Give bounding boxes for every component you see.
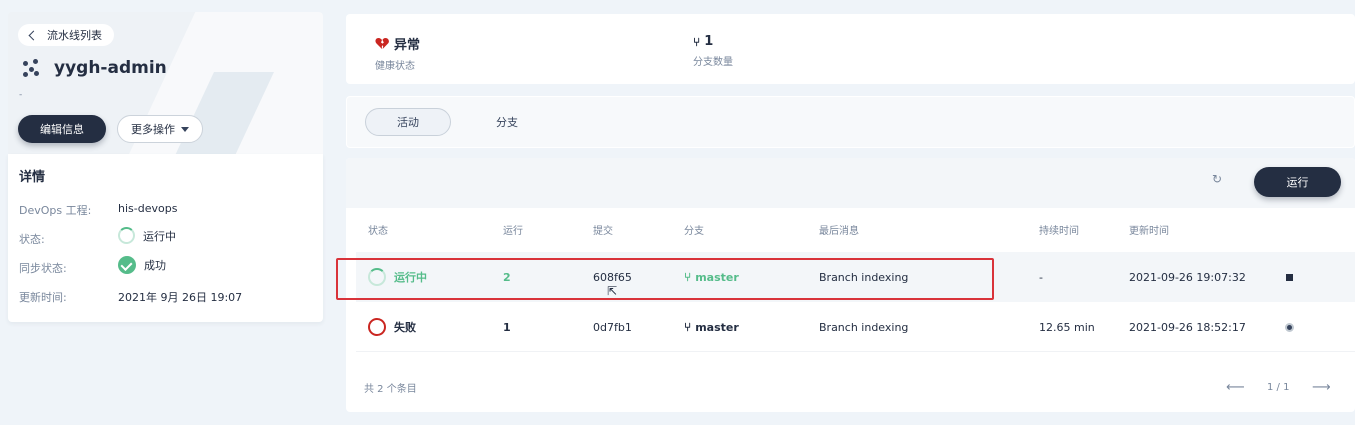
pipeline-title: yygh-admin bbox=[54, 58, 167, 78]
running-spinner-icon bbox=[118, 227, 135, 244]
health-stat: 异常 健康状态 bbox=[375, 34, 420, 72]
row-message: Branch indexing bbox=[819, 270, 909, 284]
branch-icon: ⑂ bbox=[693, 34, 701, 49]
detail-value-updated: 2021年 9月 26日 19:07 bbox=[118, 291, 243, 304]
row-message: Branch indexing bbox=[819, 320, 909, 334]
details-heading: 详情 bbox=[19, 170, 46, 185]
col-header-commit: 提交 bbox=[593, 226, 613, 237]
col-header-status: 状态 bbox=[368, 226, 388, 237]
detail-value-project: his-devops bbox=[118, 202, 178, 215]
branch-icon: ⑂ bbox=[684, 270, 692, 284]
col-header-duration: 持续时间 bbox=[1039, 226, 1079, 237]
col-header-updated: 更新时间 bbox=[1129, 226, 1169, 237]
detail-label-status: 状态: bbox=[19, 233, 45, 246]
row-status: 运行中 bbox=[368, 252, 427, 302]
col-header-run: 运行 bbox=[503, 226, 523, 237]
run-button[interactable]: 运行 bbox=[1254, 167, 1341, 197]
row-duration: - bbox=[1039, 270, 1043, 284]
pipeline-info-panel: 流水线列表 yygh-admin - 编辑信息 更多操作 详情 DevOps 工… bbox=[8, 12, 323, 322]
detail-label-updated: 更新时间: bbox=[19, 291, 67, 304]
branch-count-stat: ⑂ 1 分支数量 bbox=[693, 34, 733, 68]
arrow-right-icon: ⟶ bbox=[1312, 379, 1331, 395]
chevron-left-icon bbox=[28, 30, 39, 40]
pipeline-header: 流水线列表 yygh-admin - 编辑信息 更多操作 bbox=[8, 12, 323, 154]
details-section: 详情 DevOps 工程: his-devops 状态: 运行中 同步状态: 成… bbox=[8, 154, 323, 322]
stop-button[interactable] bbox=[1286, 252, 1293, 302]
detail-label-project: DevOps 工程: bbox=[19, 204, 92, 217]
replay-icon bbox=[1285, 322, 1294, 332]
broken-heart-icon bbox=[375, 38, 389, 49]
row-run[interactable]: 2 bbox=[503, 252, 511, 302]
tab-activity[interactable]: 活动 bbox=[365, 108, 451, 136]
row-branch[interactable]: ⑂ master bbox=[684, 302, 739, 352]
row-run[interactable]: 1 bbox=[503, 302, 511, 352]
tab-branches[interactable]: 分支 bbox=[487, 108, 527, 136]
pipeline-icon bbox=[22, 58, 42, 78]
pipeline-description: - bbox=[19, 90, 23, 100]
page-indicator: 1 / 1 bbox=[1267, 381, 1290, 393]
row-branch[interactable]: ⑂ master bbox=[684, 252, 739, 302]
more-actions-button[interactable]: 更多操作 bbox=[117, 115, 203, 143]
list-toolbar: ↻ 运行 bbox=[346, 158, 1355, 208]
stop-icon bbox=[1286, 273, 1293, 281]
arrow-left-icon: ⟵ bbox=[1226, 379, 1245, 395]
detail-label-sync: 同步状态: bbox=[19, 262, 67, 275]
table-row[interactable]: 运行中 2 608f65 ⑂ master Branch indexing - 2… bbox=[356, 252, 1355, 302]
back-to-pipeline-list-button[interactable]: 流水线列表 bbox=[18, 24, 114, 46]
row-duration: 12.65 min bbox=[1039, 320, 1095, 334]
replay-button[interactable] bbox=[1285, 302, 1294, 352]
detail-value-sync: 成功 bbox=[118, 256, 166, 274]
health-value: 异常 bbox=[394, 38, 421, 53]
col-header-message: 最后消息 bbox=[819, 226, 859, 237]
row-updated: 2021-09-26 19:07:32 bbox=[1129, 270, 1246, 284]
prev-page-button[interactable]: ⟵ bbox=[1226, 372, 1245, 402]
edit-info-button[interactable]: 编辑信息 bbox=[18, 115, 106, 143]
branch-icon: ⑂ bbox=[684, 320, 692, 334]
activity-list-card: ↻ 运行 状态 运行 提交 分支 最后消息 持续时间 更新时间 运行中 2 60… bbox=[346, 158, 1355, 412]
row-commit[interactable]: 0d7fb1 bbox=[593, 302, 632, 352]
table-row[interactable]: 失败 1 0d7fb1 ⑂ master Branch indexing 12.6… bbox=[356, 302, 1355, 352]
running-spinner-icon bbox=[368, 268, 386, 286]
next-page-button[interactable]: ⟶ bbox=[1312, 372, 1331, 402]
row-updated: 2021-09-26 18:52:17 bbox=[1129, 320, 1246, 334]
branch-count-label: 分支数量 bbox=[693, 57, 733, 68]
failed-status-icon bbox=[368, 318, 386, 336]
col-header-branch: 分支 bbox=[684, 226, 704, 237]
tabs-bar: 活动 分支 bbox=[346, 96, 1355, 148]
back-label: 流水线列表 bbox=[47, 29, 102, 42]
detail-value-status: 运行中 bbox=[118, 227, 176, 244]
refresh-icon[interactable]: ↻ bbox=[1212, 173, 1224, 185]
caret-down-icon bbox=[181, 126, 189, 132]
branch-count-value: 1 bbox=[704, 34, 714, 49]
total-count: 共 2 个条目 bbox=[364, 383, 417, 395]
mouse-cursor-icon: ⇱ bbox=[607, 284, 618, 298]
health-label: 健康状态 bbox=[375, 61, 415, 72]
table-footer: 共 2 个条目 ⟵ 1 / 1 ⟶ bbox=[346, 372, 1355, 412]
row-status: 失败 bbox=[368, 302, 416, 352]
pipeline-status-card: 异常 健康状态 ⑂ 1 分支数量 bbox=[346, 14, 1355, 84]
success-check-icon bbox=[118, 256, 136, 274]
